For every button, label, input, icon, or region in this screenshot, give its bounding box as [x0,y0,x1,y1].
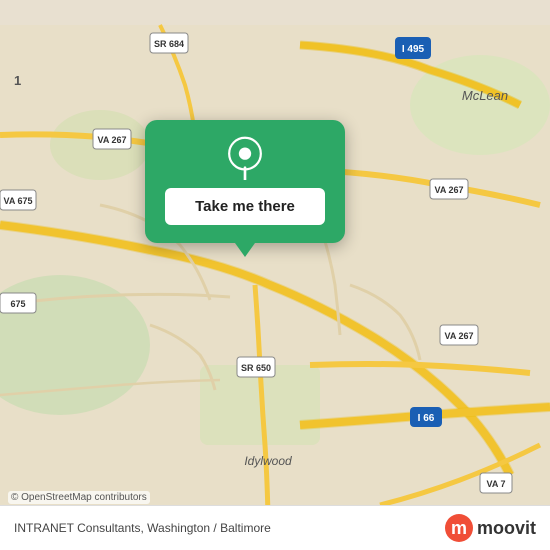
svg-text:SR 650: SR 650 [241,363,271,373]
svg-text:VA 267: VA 267 [97,135,126,145]
svg-text:VA 267: VA 267 [434,185,463,195]
svg-text:675: 675 [10,299,25,309]
popup-pointer [235,243,255,257]
svg-text:I 495: I 495 [402,44,425,55]
svg-text:SR 684: SR 684 [154,39,184,49]
company-name: INTRANET Consultants, [14,521,144,535]
moovit-m-icon: m [445,514,473,542]
location-pin-icon [223,136,267,180]
map-container: I 495 I 66 VA 267 VA 267 VA 267 VA 267 S… [0,0,550,550]
company-location: Washington / Baltimore [147,521,271,535]
svg-text:VA 675: VA 675 [3,196,32,206]
moovit-logo: m moovit [445,514,536,542]
copyright-text: © OpenStreetMap contributors [8,491,150,504]
svg-text:Idylwood: Idylwood [244,454,292,468]
take-me-there-button[interactable]: Take me there [165,188,325,225]
map-background: I 495 I 66 VA 267 VA 267 VA 267 VA 267 S… [0,0,550,550]
bottom-bar: INTRANET Consultants, Washington / Balti… [0,505,550,550]
svg-text:VA 7: VA 7 [486,479,505,489]
location-popup: Take me there [145,120,345,243]
svg-text:I 66: I 66 [418,413,435,424]
svg-text:1: 1 [14,73,21,88]
svg-text:VA 267: VA 267 [444,331,473,341]
moovit-wordmark: moovit [477,518,536,539]
svg-text:McLean: McLean [462,88,508,103]
company-info: INTRANET Consultants, Washington / Balti… [14,521,271,535]
